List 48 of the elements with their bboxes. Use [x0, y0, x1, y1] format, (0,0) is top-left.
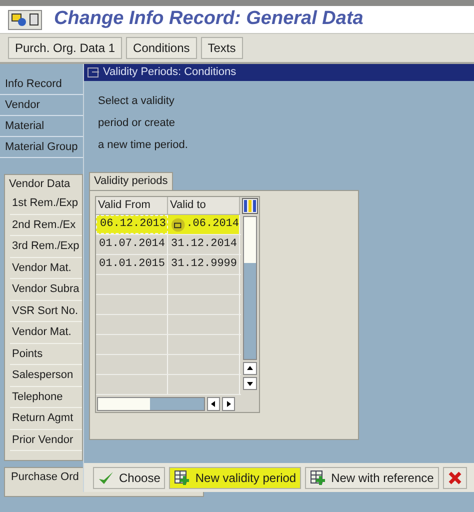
toolbar-button[interactable]: Conditions [126, 37, 197, 59]
columns-icon[interactable] [242, 198, 258, 214]
instruction-text: Select a validity [98, 94, 176, 109]
date-cell: .06.2014 [168, 215, 240, 234]
vertical-scrollbar[interactable] [243, 216, 258, 360]
field-label: Points [10, 344, 82, 365]
field-label: Vendor Mat. [10, 258, 82, 279]
column-header[interactable]: Valid From [96, 197, 168, 215]
toolbar-button[interactable]: Texts [200, 37, 243, 59]
column-header[interactable]: Valid to [168, 197, 240, 215]
horizontal-scrollbar[interactable] [97, 396, 205, 410]
field-label: 2nd Rem./Ex [10, 214, 82, 236]
close-icon [448, 470, 462, 484]
cancel-button[interactable] [442, 466, 467, 488]
date-cell: 31.12.9999 [168, 255, 240, 274]
scroll-right-icon[interactable] [222, 396, 235, 410]
dialog-title: Validity Periods: Conditions [103, 65, 236, 80]
window-title: Change Info Record: General Data [54, 7, 364, 32]
date-cell: 01.01.2015 [96, 255, 168, 274]
scroll-up-icon[interactable] [243, 362, 258, 375]
scroll-left-icon[interactable] [207, 396, 220, 410]
toolbar-button[interactable]: Purch. Org. Data 1 [8, 37, 122, 59]
field-label: Telephone [10, 386, 82, 408]
date-cell: 06.12.2013 [96, 215, 168, 234]
table-add-icon [174, 470, 190, 486]
dialog-button[interactable]: Choose [93, 466, 166, 488]
field-label: VSR Sort No. [10, 300, 82, 322]
field-label: 1st Rem./Exp [10, 193, 82, 214]
document-icon [29, 13, 39, 26]
field-label: Vendor Mat. [10, 322, 82, 344]
field-label: Vendor Subra [10, 279, 82, 300]
date-cell: 01.07.2014 [96, 235, 168, 254]
display-icon [11, 12, 27, 26]
toolbar-icons[interactable] [8, 10, 42, 30]
scroll-down-icon[interactable] [243, 377, 258, 390]
field-label: Prior Vendor [10, 430, 82, 451]
dialog-button[interactable]: New with reference [305, 466, 439, 488]
field-label: 3rd Rem./Exp [10, 236, 82, 258]
date-cell: 31.12.2014 [168, 235, 240, 254]
field-label: Return Agmt [10, 408, 82, 430]
group-title: Vendor Data [8, 176, 72, 192]
table-add-icon [310, 470, 326, 486]
field-label: Salesperson [10, 365, 82, 386]
dialog-button[interactable]: New validity period [169, 466, 302, 488]
window-icon [87, 67, 100, 78]
instruction-text: period or create [98, 116, 176, 131]
instruction-text: a new time period. [98, 138, 189, 153]
checkmark-icon [98, 470, 114, 484]
